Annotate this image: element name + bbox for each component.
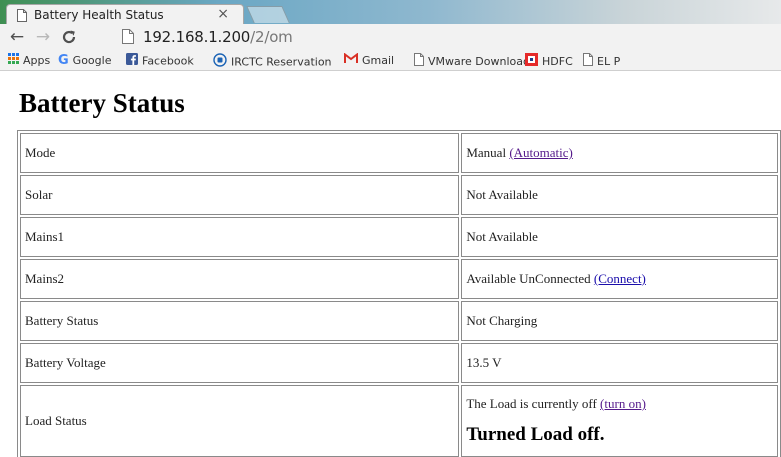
bookmark-label: IRCTC Reservation — [231, 55, 332, 69]
table-row-battery-status: Battery Status Not Charging — [20, 301, 778, 341]
bookmark-label: Google — [72, 54, 112, 67]
bookmark-apps[interactable]: Apps — [8, 53, 50, 69]
back-arrow-icon[interactable]: ← — [6, 26, 28, 48]
bookmark-hdfc[interactable]: HDFC — [525, 53, 573, 69]
gmail-icon — [344, 52, 358, 69]
table-row-load-status: Load Status The Load is currently off (t… — [20, 385, 778, 457]
bookmark-label: HDFC — [542, 55, 573, 68]
row-label: Battery Voltage — [20, 343, 460, 383]
table-row-mains2: Mains2 Available UnConnected (Connect) — [20, 259, 778, 299]
browser-toolbar: ← → 192.168.1.200/2/om — [0, 24, 781, 50]
load-status-line: The Load is currently off (turn on) — [466, 396, 773, 412]
load-status-value: The Load is currently off — [466, 396, 597, 411]
row-value: 13.5 V — [461, 343, 778, 383]
table-row-solar: Solar Not Available — [20, 175, 778, 215]
bookmark-label: Facebook — [142, 54, 194, 68]
battery-status-table: Mode Manual (Automatic) Solar Not Availa… — [17, 130, 781, 457]
row-label: Battery Status — [20, 301, 460, 341]
bookmark-el[interactable]: EL P — [583, 53, 620, 69]
page-icon — [122, 29, 134, 49]
forward-arrow-icon[interactable]: → — [32, 26, 54, 48]
browser-tab-strip: Battery Health Status × — [0, 0, 781, 24]
irctc-icon — [213, 53, 227, 72]
hdfc-icon — [525, 53, 538, 71]
url-text: 192.168.1.200/2/om — [143, 28, 293, 46]
row-label: Mode — [20, 133, 460, 173]
row-value: Available UnConnected (Connect) — [461, 259, 778, 299]
mains2-value: Available UnConnected — [466, 271, 591, 286]
bookmark-irctc[interactable]: IRCTC Reservation — [213, 53, 332, 69]
row-label: Solar — [20, 175, 460, 215]
row-label: Mains1 — [20, 217, 460, 257]
table-row-mode: Mode Manual (Automatic) — [20, 133, 778, 173]
table-row-mains1: Mains1 Not Available — [20, 217, 778, 257]
bookmark-google[interactable]: G Google — [58, 53, 111, 69]
bookmarks-bar: Apps G Google Facebook IRCTC Reservation … — [0, 50, 781, 71]
row-value: Not Available — [461, 217, 778, 257]
url-host: 192.168.1.200 — [143, 28, 251, 46]
bookmark-label: EL P — [597, 55, 621, 68]
url-path: /2/om — [250, 28, 293, 46]
row-label: Mains2 — [20, 259, 460, 299]
address-bar[interactable]: 192.168.1.200/2/om — [84, 26, 781, 48]
bookmark-gmail[interactable]: Gmail — [344, 52, 395, 69]
load-status-message: Turned Load off. — [466, 424, 605, 445]
bookmark-label: Gmail — [362, 54, 395, 67]
row-value: The Load is currently off (turn on) Turn… — [461, 385, 778, 457]
bookmark-facebook[interactable]: Facebook — [126, 53, 194, 69]
bookmark-label: Apps — [23, 54, 51, 67]
facebook-icon — [126, 53, 138, 70]
row-label: Load Status — [20, 385, 460, 457]
apps-grid-icon — [8, 53, 19, 69]
row-value: Manual (Automatic) — [461, 133, 778, 173]
page-icon — [414, 53, 424, 71]
page-title: Battery Status — [19, 88, 185, 118]
row-value: Not Available — [461, 175, 778, 215]
automatic-link[interactable]: (Automatic) — [509, 145, 573, 160]
reload-icon[interactable] — [58, 26, 80, 48]
bookmark-vmware[interactable]: VMware Download — [414, 53, 530, 69]
bookmark-label: VMware Download — [428, 55, 530, 68]
mode-value: Manual — [466, 145, 507, 160]
google-icon: G — [58, 53, 69, 68]
tab-close-icon[interactable]: × — [217, 6, 229, 22]
connect-link[interactable]: (Connect) — [594, 271, 646, 286]
browser-tab[interactable]: Battery Health Status × — [6, 4, 244, 24]
new-tab-button[interactable] — [246, 6, 290, 23]
page-icon — [583, 53, 593, 71]
row-value: Not Charging — [461, 301, 778, 341]
tab-title: Battery Health Status — [34, 8, 164, 22]
table-row-battery-voltage: Battery Voltage 13.5 V — [20, 343, 778, 383]
turn-on-link[interactable]: (turn on) — [600, 396, 646, 411]
